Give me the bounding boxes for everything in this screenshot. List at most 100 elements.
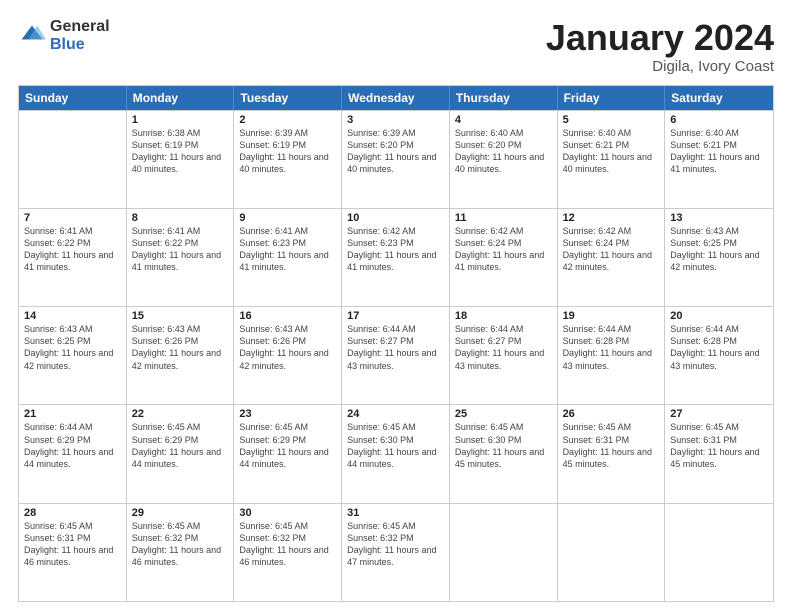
cal-cell-0-3: 3Sunrise: 6:39 AM Sunset: 6:20 PM Daylig… xyxy=(342,111,450,208)
day-info: Sunrise: 6:41 AM Sunset: 6:22 PM Dayligh… xyxy=(24,225,121,274)
day-number: 3 xyxy=(347,114,444,126)
page: General Blue January 2024 Digila, Ivory … xyxy=(0,0,792,612)
week-row-4: 21Sunrise: 6:44 AM Sunset: 6:29 PM Dayli… xyxy=(19,404,773,502)
day-info: Sunrise: 6:45 AM Sunset: 6:32 PM Dayligh… xyxy=(347,520,444,569)
day-info: Sunrise: 6:41 AM Sunset: 6:22 PM Dayligh… xyxy=(132,225,229,274)
day-number: 2 xyxy=(239,114,336,126)
cal-cell-2-2: 16Sunrise: 6:43 AM Sunset: 6:26 PM Dayli… xyxy=(234,307,342,404)
cal-cell-0-0 xyxy=(19,111,127,208)
cal-cell-0-4: 4Sunrise: 6:40 AM Sunset: 6:20 PM Daylig… xyxy=(450,111,558,208)
header-sunday: Sunday xyxy=(19,86,127,110)
day-number: 23 xyxy=(239,408,336,420)
calendar: Sunday Monday Tuesday Wednesday Thursday… xyxy=(18,85,774,602)
day-info: Sunrise: 6:39 AM Sunset: 6:20 PM Dayligh… xyxy=(347,127,444,176)
title-location: Digila, Ivory Coast xyxy=(546,58,774,75)
day-info: Sunrise: 6:45 AM Sunset: 6:29 PM Dayligh… xyxy=(132,421,229,470)
cal-cell-3-1: 22Sunrise: 6:45 AM Sunset: 6:29 PM Dayli… xyxy=(127,405,235,502)
day-info: Sunrise: 6:43 AM Sunset: 6:25 PM Dayligh… xyxy=(24,323,121,372)
cal-cell-0-6: 6Sunrise: 6:40 AM Sunset: 6:21 PM Daylig… xyxy=(665,111,773,208)
day-info: Sunrise: 6:40 AM Sunset: 6:21 PM Dayligh… xyxy=(670,127,768,176)
day-info: Sunrise: 6:42 AM Sunset: 6:23 PM Dayligh… xyxy=(347,225,444,274)
logo-general-text: General xyxy=(50,18,110,36)
day-info: Sunrise: 6:40 AM Sunset: 6:20 PM Dayligh… xyxy=(455,127,552,176)
header-saturday: Saturday xyxy=(665,86,773,110)
cal-cell-1-6: 13Sunrise: 6:43 AM Sunset: 6:25 PM Dayli… xyxy=(665,209,773,306)
day-number: 20 xyxy=(670,310,768,322)
cal-cell-3-3: 24Sunrise: 6:45 AM Sunset: 6:30 PM Dayli… xyxy=(342,405,450,502)
week-row-3: 14Sunrise: 6:43 AM Sunset: 6:25 PM Dayli… xyxy=(19,306,773,404)
day-info: Sunrise: 6:45 AM Sunset: 6:32 PM Dayligh… xyxy=(239,520,336,569)
cal-cell-1-0: 7Sunrise: 6:41 AM Sunset: 6:22 PM Daylig… xyxy=(19,209,127,306)
day-info: Sunrise: 6:41 AM Sunset: 6:23 PM Dayligh… xyxy=(239,225,336,274)
day-number: 9 xyxy=(239,212,336,224)
day-number: 1 xyxy=(132,114,229,126)
header: General Blue January 2024 Digila, Ivory … xyxy=(18,18,774,75)
day-number: 24 xyxy=(347,408,444,420)
day-number: 21 xyxy=(24,408,121,420)
day-number: 26 xyxy=(563,408,660,420)
cal-cell-2-0: 14Sunrise: 6:43 AM Sunset: 6:25 PM Dayli… xyxy=(19,307,127,404)
week-row-2: 7Sunrise: 6:41 AM Sunset: 6:22 PM Daylig… xyxy=(19,208,773,306)
week-row-5: 28Sunrise: 6:45 AM Sunset: 6:31 PM Dayli… xyxy=(19,503,773,601)
cal-cell-3-4: 25Sunrise: 6:45 AM Sunset: 6:30 PM Dayli… xyxy=(450,405,558,502)
day-info: Sunrise: 6:42 AM Sunset: 6:24 PM Dayligh… xyxy=(563,225,660,274)
calendar-body: 1Sunrise: 6:38 AM Sunset: 6:19 PM Daylig… xyxy=(19,110,773,601)
day-number: 4 xyxy=(455,114,552,126)
day-number: 31 xyxy=(347,507,444,519)
day-number: 18 xyxy=(455,310,552,322)
cal-cell-1-1: 8Sunrise: 6:41 AM Sunset: 6:22 PM Daylig… xyxy=(127,209,235,306)
header-tuesday: Tuesday xyxy=(234,86,342,110)
day-number: 30 xyxy=(239,507,336,519)
day-info: Sunrise: 6:45 AM Sunset: 6:31 PM Dayligh… xyxy=(24,520,121,569)
logo-blue-text: Blue xyxy=(50,36,110,54)
cal-cell-1-5: 12Sunrise: 6:42 AM Sunset: 6:24 PM Dayli… xyxy=(558,209,666,306)
day-info: Sunrise: 6:39 AM Sunset: 6:19 PM Dayligh… xyxy=(239,127,336,176)
day-info: Sunrise: 6:44 AM Sunset: 6:27 PM Dayligh… xyxy=(347,323,444,372)
day-info: Sunrise: 6:42 AM Sunset: 6:24 PM Dayligh… xyxy=(455,225,552,274)
day-number: 12 xyxy=(563,212,660,224)
day-number: 22 xyxy=(132,408,229,420)
header-wednesday: Wednesday xyxy=(342,86,450,110)
day-number: 19 xyxy=(563,310,660,322)
day-number: 7 xyxy=(24,212,121,224)
day-info: Sunrise: 6:43 AM Sunset: 6:26 PM Dayligh… xyxy=(132,323,229,372)
day-info: Sunrise: 6:45 AM Sunset: 6:29 PM Dayligh… xyxy=(239,421,336,470)
day-number: 14 xyxy=(24,310,121,322)
day-info: Sunrise: 6:43 AM Sunset: 6:25 PM Dayligh… xyxy=(670,225,768,274)
cal-cell-3-6: 27Sunrise: 6:45 AM Sunset: 6:31 PM Dayli… xyxy=(665,405,773,502)
cal-cell-2-6: 20Sunrise: 6:44 AM Sunset: 6:28 PM Dayli… xyxy=(665,307,773,404)
cal-cell-4-1: 29Sunrise: 6:45 AM Sunset: 6:32 PM Dayli… xyxy=(127,504,235,601)
day-number: 16 xyxy=(239,310,336,322)
cal-cell-4-2: 30Sunrise: 6:45 AM Sunset: 6:32 PM Dayli… xyxy=(234,504,342,601)
day-info: Sunrise: 6:44 AM Sunset: 6:29 PM Dayligh… xyxy=(24,421,121,470)
cal-cell-3-2: 23Sunrise: 6:45 AM Sunset: 6:29 PM Dayli… xyxy=(234,405,342,502)
calendar-header: Sunday Monday Tuesday Wednesday Thursday… xyxy=(19,86,773,110)
cal-cell-2-3: 17Sunrise: 6:44 AM Sunset: 6:27 PM Dayli… xyxy=(342,307,450,404)
cal-cell-0-5: 5Sunrise: 6:40 AM Sunset: 6:21 PM Daylig… xyxy=(558,111,666,208)
cal-cell-2-5: 19Sunrise: 6:44 AM Sunset: 6:28 PM Dayli… xyxy=(558,307,666,404)
cal-cell-0-2: 2Sunrise: 6:39 AM Sunset: 6:19 PM Daylig… xyxy=(234,111,342,208)
day-number: 29 xyxy=(132,507,229,519)
cal-cell-1-2: 9Sunrise: 6:41 AM Sunset: 6:23 PM Daylig… xyxy=(234,209,342,306)
day-info: Sunrise: 6:40 AM Sunset: 6:21 PM Dayligh… xyxy=(563,127,660,176)
header-friday: Friday xyxy=(558,86,666,110)
cal-cell-2-4: 18Sunrise: 6:44 AM Sunset: 6:27 PM Dayli… xyxy=(450,307,558,404)
day-info: Sunrise: 6:45 AM Sunset: 6:31 PM Dayligh… xyxy=(563,421,660,470)
day-info: Sunrise: 6:45 AM Sunset: 6:30 PM Dayligh… xyxy=(455,421,552,470)
logo-icon xyxy=(18,22,46,50)
cal-cell-3-5: 26Sunrise: 6:45 AM Sunset: 6:31 PM Dayli… xyxy=(558,405,666,502)
cal-cell-4-5 xyxy=(558,504,666,601)
day-number: 10 xyxy=(347,212,444,224)
title-month: January 2024 xyxy=(546,18,774,58)
day-info: Sunrise: 6:44 AM Sunset: 6:28 PM Dayligh… xyxy=(563,323,660,372)
cal-cell-0-1: 1Sunrise: 6:38 AM Sunset: 6:19 PM Daylig… xyxy=(127,111,235,208)
day-info: Sunrise: 6:45 AM Sunset: 6:30 PM Dayligh… xyxy=(347,421,444,470)
day-info: Sunrise: 6:45 AM Sunset: 6:32 PM Dayligh… xyxy=(132,520,229,569)
title-block: January 2024 Digila, Ivory Coast xyxy=(546,18,774,75)
cal-cell-4-4 xyxy=(450,504,558,601)
day-number: 27 xyxy=(670,408,768,420)
cal-cell-2-1: 15Sunrise: 6:43 AM Sunset: 6:26 PM Dayli… xyxy=(127,307,235,404)
day-number: 8 xyxy=(132,212,229,224)
logo-text: General Blue xyxy=(50,18,110,53)
day-number: 13 xyxy=(670,212,768,224)
